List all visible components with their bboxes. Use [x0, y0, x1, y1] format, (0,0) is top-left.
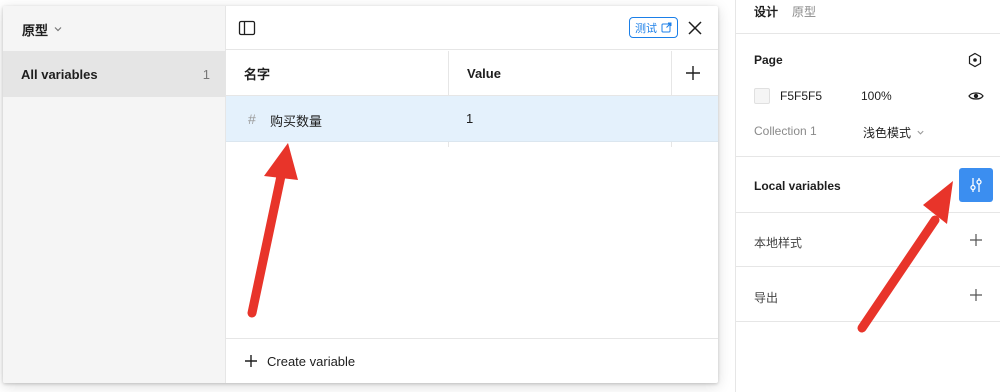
modal-toolbar: 测试 [226, 6, 718, 50]
local-styles-label: 本地样式 [754, 236, 803, 250]
divider [736, 33, 1000, 34]
mode-label: 浅色模式 [863, 126, 912, 140]
create-variable-label: Create variable [267, 353, 356, 369]
page-fill-swatch[interactable] [754, 88, 770, 104]
column-header-value: Value [467, 66, 501, 81]
divider [736, 156, 1000, 157]
variable-value-cell[interactable]: 1 [466, 111, 473, 126]
eye-icon[interactable] [968, 88, 984, 104]
page-section-title: Page [754, 53, 783, 67]
sidebar-toggle-icon[interactable] [238, 19, 256, 37]
page-fill-hex[interactable]: F5F5F5 [780, 89, 822, 103]
mode-dropdown[interactable]: 浅色模式 [863, 124, 925, 141]
design-panel: 设计 原型 Page F5F5F5 100% Collection 1 浅色模式… [735, 0, 1000, 392]
collection-dropdown[interactable]: 原型 [22, 20, 63, 38]
table-row[interactable]: # 购买数量 1 [226, 96, 718, 142]
column-header-name: 名字 [244, 67, 271, 82]
close-icon[interactable] [686, 19, 704, 37]
chevron-down-icon [917, 130, 924, 135]
external-link-icon [661, 22, 672, 33]
add-column-plus-icon[interactable] [684, 64, 702, 82]
tab-design[interactable]: 设计 [754, 3, 778, 20]
add-style-plus-icon[interactable] [969, 233, 983, 247]
chevron-down-icon [54, 27, 62, 32]
number-type-icon: # [248, 111, 256, 127]
group-name: All variables [21, 66, 98, 82]
divider [736, 321, 1000, 322]
collection-name: 原型 [22, 22, 49, 38]
plus-icon [245, 355, 257, 367]
variables-modal: 原型 All variables 1 测试 名字 Value # 购买数量 1 … [3, 6, 718, 383]
local-variables-title: Local variables [754, 179, 841, 193]
collection-label: Collection 1 [754, 124, 817, 138]
table-header: 名字 Value [226, 51, 718, 96]
test-button[interactable]: 测试 [629, 17, 678, 38]
group-count: 1 [202, 66, 210, 82]
panel-tabs: 设计 原型 [754, 3, 816, 20]
variable-name-cell[interactable]: 购买数量 [270, 111, 322, 130]
page-fill-opacity[interactable]: 100% [861, 89, 892, 103]
collections-sidebar: 原型 All variables 1 [3, 6, 226, 383]
create-variable-button[interactable]: Create variable [226, 338, 718, 383]
divider [736, 266, 1000, 267]
open-variables-button[interactable] [959, 168, 993, 202]
variables-table-area: 测试 名字 Value # 购买数量 1 Create variable [226, 6, 718, 383]
add-export-plus-icon[interactable] [969, 288, 983, 302]
sliders-icon [970, 178, 982, 192]
tab-prototype[interactable]: 原型 [792, 3, 816, 20]
divider [736, 212, 1000, 213]
styles-icon[interactable] [967, 52, 983, 68]
group-item-all-variables[interactable]: All variables 1 [3, 51, 226, 97]
test-label: 测试 [635, 22, 657, 35]
export-label: 导出 [754, 291, 779, 305]
